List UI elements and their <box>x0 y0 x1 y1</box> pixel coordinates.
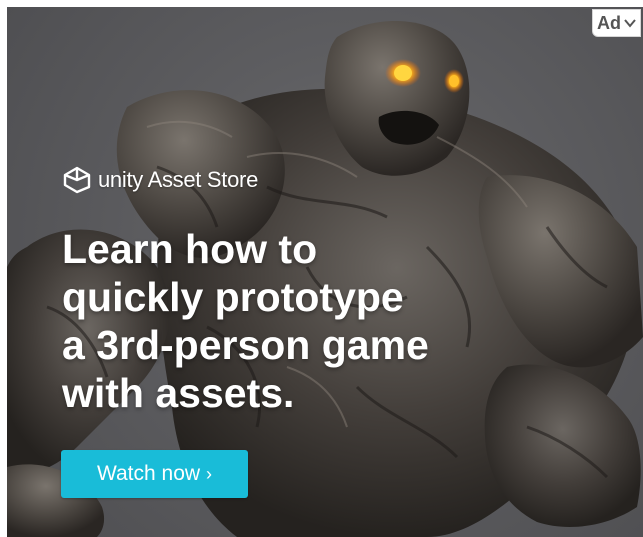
ad-choices-badge[interactable]: Ad <box>592 9 641 37</box>
brand-name: unity <box>98 167 143 192</box>
headline-line: a 3rd-person game <box>62 322 429 368</box>
headline-line: Learn how to <box>62 226 318 272</box>
chevron-down-icon <box>624 19 636 28</box>
watch-now-label: Watch now <box>96 462 201 485</box>
headline-line: quickly prototype <box>62 274 404 320</box>
unity-asset-store-logo: unity Asset Store <box>62 165 258 195</box>
ad-banner[interactable]: unity Asset Store Learn how to quickly p… <box>7 7 643 537</box>
brand-product: Asset Store <box>147 167 259 192</box>
ad-headline: Learn how to quickly prototype a 3rd-per… <box>62 225 532 417</box>
ad-frame: unity Asset Store Learn how to quickly p… <box>0 0 643 537</box>
watch-now-button[interactable]: Watch now › <box>61 450 248 498</box>
headline-line: with assets. <box>62 370 295 416</box>
chevron-right-icon: › <box>206 463 213 484</box>
unity-cube-icon <box>63 166 91 194</box>
ad-label: Ad <box>597 12 621 33</box>
